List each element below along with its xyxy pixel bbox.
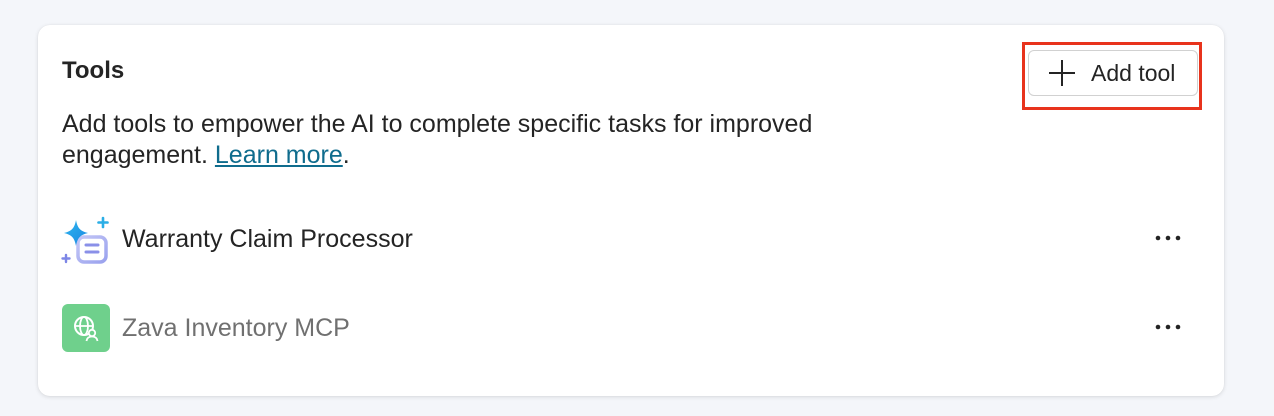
- tool-name: Warranty Claim Processor: [122, 225, 413, 253]
- tools-title: Tools: [62, 57, 125, 84]
- add-tool-button[interactable]: Add tool: [1028, 50, 1198, 96]
- globe-person-icon: [62, 304, 110, 352]
- learn-more-link[interactable]: Learn more: [215, 141, 343, 169]
- more-options-icon[interactable]: [1152, 223, 1184, 253]
- tool-name: Zava Inventory MCP: [122, 314, 350, 342]
- description-suffix: .: [342, 141, 350, 169]
- tools-card: Tools Add tool Add tools to empower the …: [38, 25, 1224, 396]
- description-text: Add tools to empower the AI to complete …: [62, 110, 813, 169]
- tool-item-zava-inventory-mcp[interactable]: Zava Inventory MCP: [38, 298, 1224, 358]
- tool-item-warranty-claim-processor[interactable]: Warranty Claim Processor: [38, 209, 1224, 269]
- tools-description: Add tools to empower the AI to complete …: [62, 109, 942, 171]
- add-tool-label: Add tool: [1091, 59, 1176, 86]
- plus-icon: [1047, 58, 1077, 88]
- more-options-icon[interactable]: [1152, 312, 1184, 342]
- sparkle-list-icon: [60, 216, 110, 266]
